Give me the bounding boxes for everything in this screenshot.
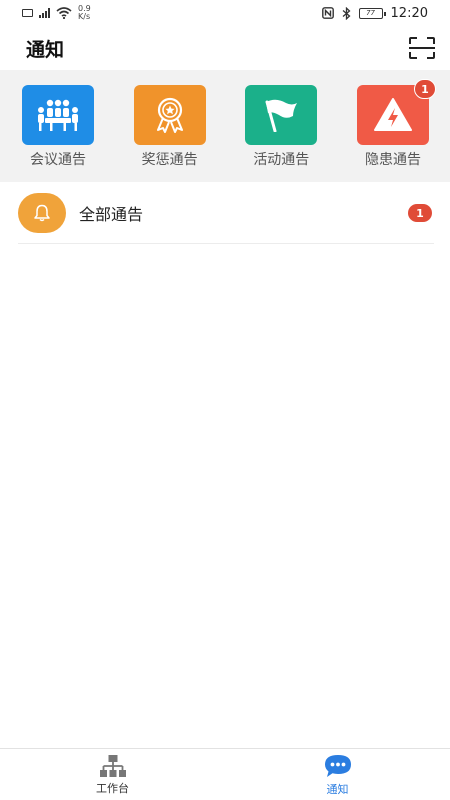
status-clock: 12:20 bbox=[390, 5, 428, 21]
notice-list: 全部通告 1 bbox=[0, 182, 450, 244]
wifi-icon bbox=[56, 7, 72, 19]
category-tile bbox=[22, 85, 94, 145]
nav-item-notifications[interactable]: 通知 bbox=[225, 749, 450, 800]
nfc-icon bbox=[321, 7, 334, 19]
status-bar: 0.9 K/s 77 12:20 bbox=[0, 0, 450, 26]
status-right: 77 12:20 bbox=[321, 5, 428, 21]
network-speed-unit: K/s bbox=[78, 12, 91, 21]
category-meeting-notice[interactable]: 会议通告 bbox=[16, 85, 100, 182]
bluetooth-icon bbox=[342, 6, 351, 20]
page-title: 通知 bbox=[26, 38, 65, 61]
category-tile bbox=[133, 85, 206, 145]
nav-item-workbench[interactable]: 工作台 bbox=[0, 749, 225, 800]
nav-label: 工作台 bbox=[96, 781, 129, 795]
category-award-notice[interactable]: 奖惩通告 bbox=[128, 85, 212, 182]
app-header: 通知 bbox=[0, 26, 450, 70]
category-activity-notice[interactable]: 活动通告 bbox=[239, 85, 323, 182]
category-tile bbox=[245, 85, 318, 145]
flag-icon bbox=[265, 99, 298, 132]
cell-signal-icon bbox=[39, 8, 50, 18]
award-medal-icon bbox=[156, 97, 183, 133]
notice-category-strip: 会议通告 奖惩通告 活动通告 隐患通告 1 bbox=[0, 70, 450, 182]
category-hazard-notice[interactable]: 隐患通告 1 bbox=[351, 79, 436, 182]
category-label: 会议通告 bbox=[30, 152, 86, 168]
meeting-icon bbox=[38, 99, 78, 131]
battery-level: 77 bbox=[366, 9, 375, 17]
network-speed: 0.9 K/s bbox=[78, 5, 91, 21]
workbench-icon bbox=[99, 754, 126, 777]
category-label: 奖惩通告 bbox=[141, 152, 198, 168]
bell-icon bbox=[34, 204, 50, 222]
bottom-nav: 工作台 通知 bbox=[0, 748, 450, 800]
list-item-all-notices[interactable]: 全部通告 1 bbox=[0, 182, 450, 244]
category-label: 活动通告 bbox=[253, 152, 310, 168]
chat-bubble-icon bbox=[324, 754, 351, 777]
sim-card-icon bbox=[22, 9, 33, 17]
unread-badge: 1 bbox=[413, 79, 436, 99]
hazard-warning-icon bbox=[373, 98, 412, 131]
unread-badge: 1 bbox=[408, 204, 432, 222]
category-label: 隐患通告 bbox=[364, 152, 421, 168]
battery-icon: 77 bbox=[358, 7, 386, 19]
bell-avatar bbox=[18, 193, 66, 233]
scan-button[interactable] bbox=[407, 33, 437, 63]
scan-icon bbox=[409, 37, 435, 59]
status-left: 0.9 K/s bbox=[22, 5, 91, 21]
nav-label: 通知 bbox=[326, 782, 349, 796]
notice-label: 全部通告 bbox=[79, 205, 144, 224]
